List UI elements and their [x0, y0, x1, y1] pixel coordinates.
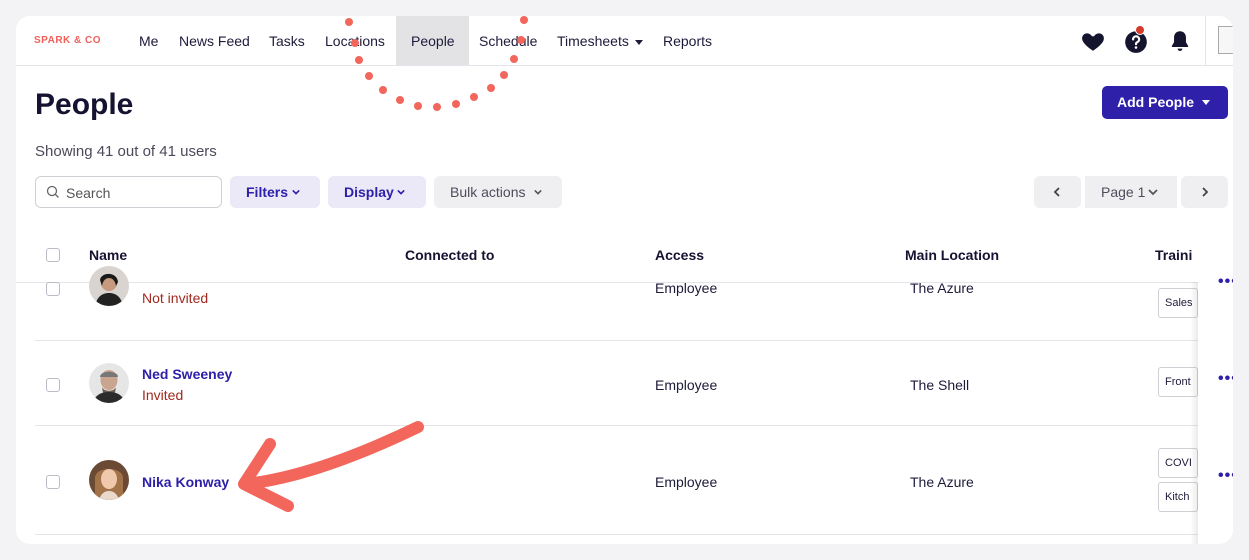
row-access: Employee: [655, 377, 718, 393]
row-status: Not invited: [142, 290, 209, 306]
chevron-down-icon: [534, 189, 542, 195]
bulk-actions-button[interactable]: Bulk actions: [434, 176, 562, 208]
brand-logo[interactable]: SPARK & CO: [34, 35, 101, 46]
page-title: People: [35, 88, 134, 121]
column-header-access[interactable]: Access: [655, 247, 704, 263]
nav-item-timesheets-label: Timesheets: [557, 33, 629, 49]
row-checkbox[interactable]: [46, 378, 60, 392]
row-location: The Azure: [910, 280, 974, 296]
nav-item-people[interactable]: People: [396, 16, 469, 65]
row-access: Employee: [655, 280, 718, 296]
top-nav: SPARK & CO Me News Feed Tasks Locations …: [16, 16, 1233, 66]
display-label: Display: [344, 184, 394, 200]
app-window: SPARK & CO Me News Feed Tasks Locations …: [16, 16, 1233, 544]
heart-icon[interactable]: [1080, 28, 1106, 54]
nav-item-locations[interactable]: Locations: [325, 16, 385, 65]
row-checkbox[interactable]: [46, 282, 60, 296]
bell-icon[interactable]: [1167, 28, 1193, 54]
row-divider: [35, 425, 1233, 426]
page-label: Page 1: [1101, 184, 1146, 200]
nav-item-tasks[interactable]: Tasks: [269, 16, 305, 65]
notification-dot: [1135, 25, 1145, 35]
row-access: Employee: [655, 474, 718, 490]
display-button[interactable]: Display: [328, 176, 426, 208]
person-name-link[interactable]: Nika Konway: [142, 474, 229, 490]
chevron-down-icon: [397, 189, 405, 195]
nav-item-timesheets[interactable]: Timesheets: [557, 16, 643, 65]
column-shadow: [1190, 282, 1198, 544]
search-icon: [46, 185, 59, 198]
avatar[interactable]: [89, 460, 129, 500]
row-divider: [35, 340, 1233, 341]
nav-item-news-feed[interactable]: News Feed: [179, 16, 250, 65]
column-header-name[interactable]: Name: [89, 247, 127, 263]
filters-button[interactable]: Filters: [230, 176, 320, 208]
add-people-label: Add People: [1117, 94, 1195, 110]
nav-item-schedule[interactable]: Schedule: [479, 16, 537, 65]
row-divider: [35, 534, 1233, 535]
avatar[interactable]: [89, 363, 129, 403]
add-people-button[interactable]: Add People: [1102, 86, 1228, 119]
prev-page-button[interactable]: [1034, 176, 1081, 208]
row-more-button[interactable]: •••: [1218, 370, 1233, 388]
search-input[interactable]: [66, 183, 216, 203]
nav-item-reports[interactable]: Reports: [663, 16, 712, 65]
chevron-down-icon: [634, 39, 643, 45]
row-more-button[interactable]: •••: [1218, 273, 1233, 291]
search-field[interactable]: [35, 176, 222, 208]
select-all-checkbox[interactable]: [46, 248, 60, 262]
next-page-button[interactable]: [1181, 176, 1228, 208]
results-count: Showing 41 out of 41 users: [35, 143, 217, 160]
column-header-connected[interactable]: Connected to: [405, 247, 494, 263]
chevron-down-icon: [292, 189, 300, 195]
broken-image-icon: [1218, 26, 1233, 54]
bulk-actions-label: Bulk actions: [450, 184, 526, 200]
row-checkbox[interactable]: [46, 475, 60, 489]
avatar[interactable]: [89, 266, 129, 306]
user-avatar[interactable]: [1205, 16, 1233, 66]
chevron-left-icon: [1053, 187, 1060, 197]
chevron-down-icon: [1148, 189, 1158, 196]
filters-label: Filters: [246, 184, 289, 200]
row-location: The Azure: [910, 474, 974, 490]
chevron-down-icon: [1202, 100, 1210, 105]
row-location: The Shell: [910, 377, 970, 393]
row-status: Invited: [142, 387, 184, 403]
nav-item-me[interactable]: Me: [139, 16, 158, 65]
column-header-location[interactable]: Main Location: [905, 247, 999, 263]
row-actions-column: [1198, 282, 1233, 544]
header-divider: [16, 282, 1233, 283]
page-select[interactable]: Page 1: [1085, 176, 1177, 208]
person-name-link[interactable]: Ned Sweeney: [142, 366, 232, 382]
column-header-training[interactable]: Traini: [1155, 247, 1192, 263]
row-more-button[interactable]: •••: [1218, 467, 1233, 485]
chevron-right-icon: [1202, 187, 1209, 197]
